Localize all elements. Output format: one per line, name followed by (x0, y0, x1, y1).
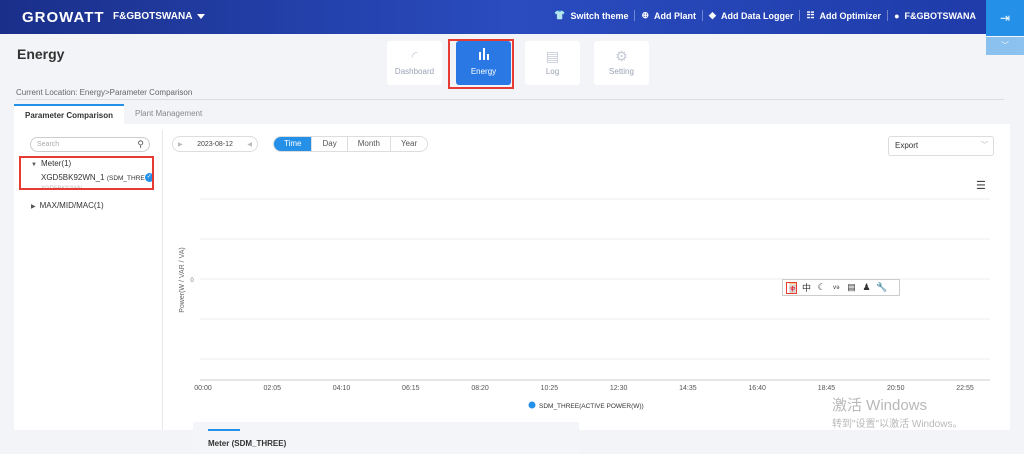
chart-toolbox: 🀄 中 ☾ ᵛ⁹ ▤ ♟ 🔧 (782, 279, 900, 296)
meter-section: Meter (SDM_THREE) (193, 422, 579, 454)
toolbox-icon[interactable]: ᵛ⁹ (831, 283, 842, 293)
x-tick-label: 00:00 (194, 385, 212, 392)
x-tick-label: 22:55 (956, 385, 974, 392)
toolbox-icon[interactable]: ▤ (846, 282, 857, 293)
x-tick-label: 02:05 (264, 385, 282, 392)
activation-watermark: 激活 Windows (832, 397, 928, 414)
toolbox-icon[interactable]: 中 (801, 281, 812, 294)
x-tick-label: 12:30 (610, 385, 628, 392)
x-tick-label: 06:15 (402, 385, 420, 392)
toolbox-icon[interactable]: 🔧 (876, 282, 887, 293)
x-tick-label: 04:10 (333, 385, 351, 392)
toolbox-icon[interactable]: ☾ (816, 282, 827, 293)
power-chart: 00:00 02:05 04:10 06:15 08:20 10:25 12:30 14:35… (179, 198, 990, 410)
meter-section-title: Meter (SDM_THREE) (208, 439, 287, 448)
legend-marker (528, 401, 536, 409)
toolbox-icon[interactable]: 🀄 (786, 281, 798, 294)
x-tick-label: 14:35 (679, 385, 697, 392)
activation-watermark-sub: 转到"设置"以激活 Windows。 (832, 419, 963, 430)
y-axis-label: Power(W / VAR / VA) (179, 247, 186, 312)
x-tick-label: 20:50 (887, 385, 905, 392)
x-tick-label: 16:40 (748, 385, 766, 392)
toolbox-icon[interactable]: ♟ (861, 282, 872, 293)
y-tick-label: 0 (190, 278, 194, 284)
x-tick-label: 08:20 (471, 385, 489, 392)
x-tick-label: 10:25 (541, 385, 559, 392)
x-tick-label: 18:45 (818, 385, 836, 392)
legend-label: SDM_THREE(ACTIVE POWER(W)) (539, 403, 644, 410)
section-accent (208, 429, 240, 431)
